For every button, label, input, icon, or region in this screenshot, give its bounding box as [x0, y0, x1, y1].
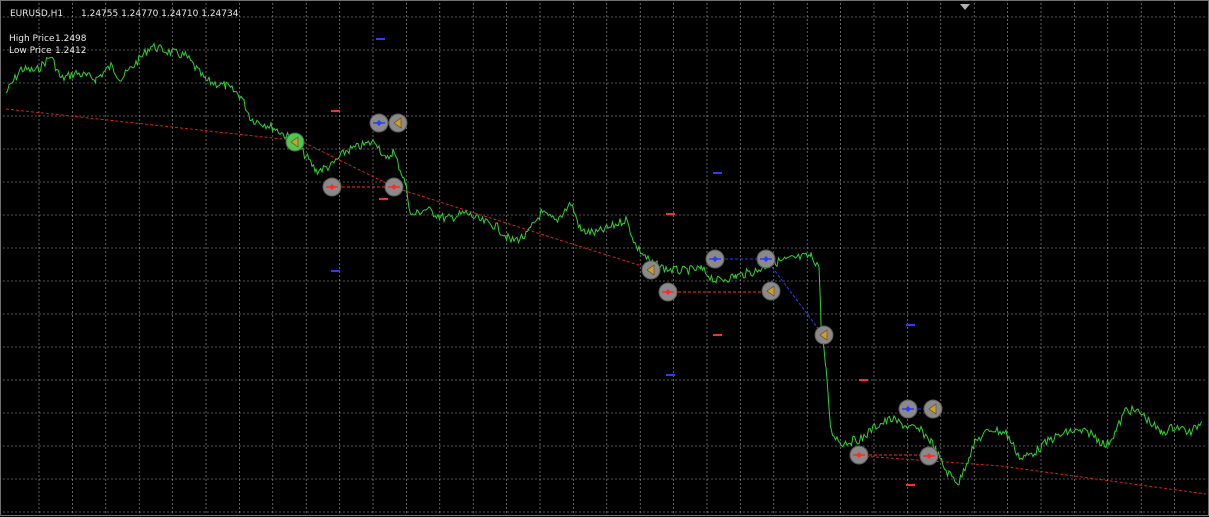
sell-marker-icon: [322, 177, 342, 197]
trade-lines: [332, 122, 933, 456]
buy-marker-icon: [705, 249, 725, 269]
high-price-value: 1.2498: [55, 34, 87, 44]
close-marker-icon: [285, 132, 305, 152]
low-price-label: Low Price: [9, 46, 52, 56]
close-marker-icon: [814, 325, 834, 345]
sell-marker-icon: [849, 445, 869, 465]
close-marker-icon: [641, 260, 661, 280]
ohlc-values: 1.24755 1.24770 1.24710 1.24734: [81, 9, 239, 19]
high-price-label: High Price: [9, 34, 55, 44]
trade-markers: [285, 113, 943, 466]
buy-marker-icon: [756, 249, 776, 269]
symbol-timeframe: EURUSD,H1: [10, 9, 64, 19]
sell-marker-icon: [658, 282, 678, 302]
chart-grid: [3, 3, 1206, 515]
close-marker-icon: [923, 399, 943, 419]
level-dashes: [331, 38, 915, 486]
trend-line-lower: [860, 455, 1207, 495]
buy-marker-icon: [369, 113, 389, 133]
price-line: [5, 42, 1202, 486]
close-marker-icon: [388, 113, 408, 133]
trend-lines: [5, 108, 1207, 495]
price-chart[interactable]: [1, 1, 1209, 517]
sell-marker-icon: [919, 446, 939, 466]
buy-marker-icon: [898, 399, 918, 419]
chart-shift-triangle-icon[interactable]: [960, 4, 970, 10]
low-price-value: 1.2412: [55, 46, 87, 56]
sell-marker-icon: [384, 177, 404, 197]
chart-window[interactable]: EURUSD,H1 1.24755 1.24770 1.24710 1.2473…: [0, 0, 1209, 516]
close-marker-icon: [761, 281, 781, 301]
